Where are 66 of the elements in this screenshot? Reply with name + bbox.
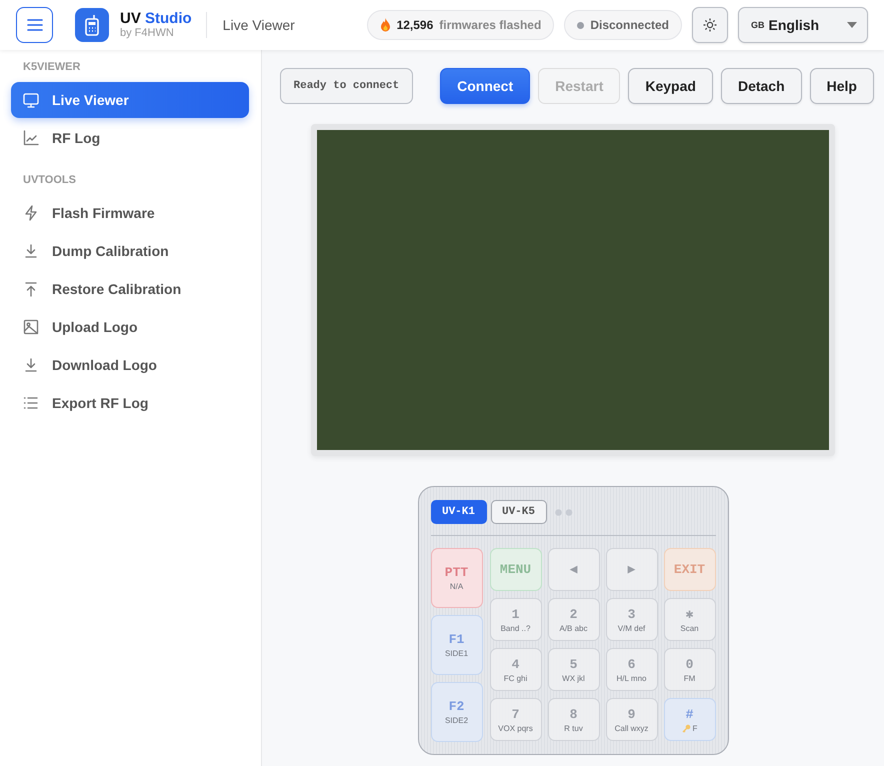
item-label: Live Viewer bbox=[52, 92, 129, 108]
menu-button[interactable] bbox=[16, 7, 53, 43]
item-label: Export RF Log bbox=[52, 395, 148, 411]
keypad-key[interactable]: 5 WX jkl bbox=[548, 648, 600, 691]
sidebar-item[interactable]: Upload Logo bbox=[11, 309, 249, 345]
image-icon bbox=[23, 319, 39, 335]
keypad-key[interactable]: F2 SIDE2 bbox=[430, 682, 482, 742]
keypad-key[interactable]: 0 FM bbox=[664, 648, 716, 691]
item-label: RF Log bbox=[52, 130, 100, 146]
keypad-key[interactable]: 6 H/L mno bbox=[606, 648, 658, 691]
sidebar-item[interactable]: Flash Firmware bbox=[11, 195, 249, 231]
monitor-icon bbox=[23, 92, 39, 108]
keypad-key[interactable]: 1 Band ..? bbox=[490, 598, 542, 641]
keypad-key[interactable]: ◀ bbox=[548, 548, 600, 591]
sidebar-item[interactable]: Live Viewer bbox=[11, 82, 249, 118]
bolt-icon bbox=[23, 205, 39, 221]
list-icon bbox=[23, 395, 39, 411]
brand-name: UV Studio bbox=[120, 11, 192, 26]
section-heading: UVTOOLS bbox=[22, 174, 77, 186]
keypad-key[interactable]: ▶ bbox=[606, 548, 658, 591]
theme-toggle-button[interactable] bbox=[692, 7, 728, 43]
keypad-key[interactable]: 4 FC ghi bbox=[490, 648, 542, 691]
section-heading: K5VIEWER bbox=[22, 61, 82, 73]
sidebar-item[interactable]: Dump Calibration bbox=[11, 233, 249, 269]
keypad-key[interactable]: 7 VOX pqrs bbox=[490, 698, 542, 741]
counter-value: 12,596 bbox=[396, 18, 434, 32]
sun-icon bbox=[703, 18, 717, 32]
status-field: Ready to connect bbox=[280, 68, 414, 104]
model-tab[interactable]: UV-K5 bbox=[490, 500, 546, 524]
item-label: Flash Firmware bbox=[52, 205, 155, 221]
counter-label: firmwares flashed bbox=[439, 18, 542, 32]
download-icon bbox=[23, 243, 39, 259]
sidebar-item[interactable]: Download Logo bbox=[11, 347, 249, 383]
keypad-key[interactable]: 9 Call wxyz bbox=[606, 698, 658, 741]
item-label: Download Logo bbox=[52, 357, 157, 373]
item-label: Restore Calibration bbox=[52, 281, 182, 297]
model-tab[interactable]: UV-K1 bbox=[430, 500, 486, 524]
connection-status: Disconnected bbox=[590, 18, 669, 32]
toolbar-button[interactable]: Keypad bbox=[628, 68, 713, 104]
indicator-dots-icon bbox=[554, 508, 572, 516]
keypad-key[interactable]: F1 SIDE1 bbox=[430, 615, 482, 675]
sidebar-item[interactable]: Export RF Log bbox=[11, 385, 249, 421]
keypad-key[interactable]: ✱ Scan bbox=[664, 598, 716, 641]
caret-icon bbox=[847, 22, 857, 28]
item-label: Upload Logo bbox=[52, 319, 138, 335]
flame-icon bbox=[380, 18, 391, 32]
language-dropdown[interactable]: GB English bbox=[738, 7, 868, 43]
toolbar-button[interactable]: Help bbox=[810, 68, 874, 104]
keypad-key[interactable]: PTT N/A bbox=[430, 548, 482, 608]
keypad-key[interactable]: # F bbox=[664, 698, 716, 741]
menu-icon bbox=[26, 19, 42, 31]
key-icon bbox=[682, 724, 691, 732]
item-label: Dump Calibration bbox=[52, 243, 169, 259]
download-icon bbox=[23, 357, 39, 373]
page-title: Live Viewer bbox=[206, 12, 295, 38]
keypad-key[interactable]: 8 R tuv bbox=[548, 698, 600, 741]
brand-subtitle: by F4HWN bbox=[120, 28, 175, 39]
keypad-key[interactable]: 2 A/B abc bbox=[548, 598, 600, 641]
keypad-key[interactable]: 3 V/M def bbox=[606, 598, 658, 641]
radio-logo-icon bbox=[75, 8, 109, 42]
upload-icon bbox=[23, 281, 39, 297]
toolbar-button[interactable]: Connect bbox=[440, 68, 530, 104]
chart-icon bbox=[23, 130, 39, 146]
toolbar-button[interactable]: Detach bbox=[720, 68, 802, 104]
sidebar-item[interactable]: Restore Calibration bbox=[11, 271, 249, 307]
sidebar-item[interactable]: RF Log bbox=[11, 120, 249, 156]
